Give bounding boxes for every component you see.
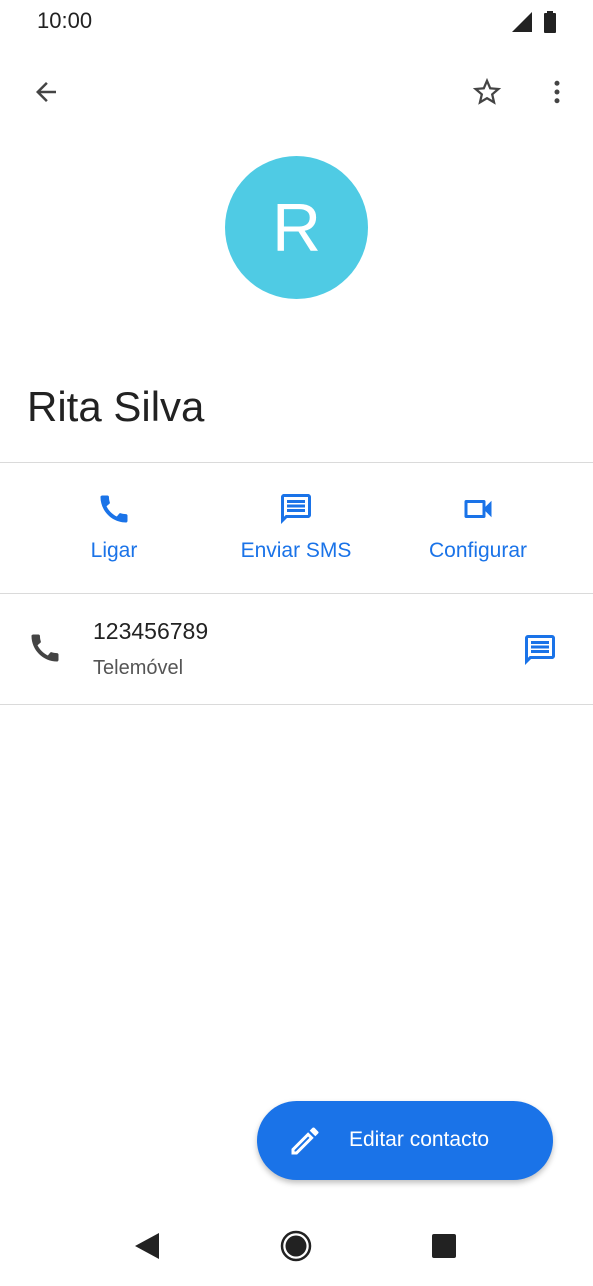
more-vert-icon [554, 80, 560, 104]
status-time: 10:00 [37, 8, 93, 33]
edit-contact-button[interactable]: Editar contacto [257, 1101, 553, 1180]
phone-icon [31, 634, 59, 662]
send-sms-button[interactable] [516, 626, 564, 674]
phone-entry-row[interactable]: 123456789 Telemóvel [0, 594, 593, 704]
favorite-button[interactable] [463, 68, 511, 116]
star-outline-icon [472, 77, 502, 105]
nav-back-icon [135, 1233, 159, 1259]
video-icon [464, 500, 492, 518]
status-bar: 10:00 [0, 0, 593, 46]
edit-contact-label: Editar contacto [349, 1128, 490, 1151]
message-icon [281, 494, 311, 524]
avatar-letter: R [271, 189, 322, 266]
edit-pencil-icon [291, 1127, 319, 1155]
signal-icon [512, 12, 532, 32]
sms-action-label: Enviar SMS [240, 539, 352, 562]
contact-avatar: R [225, 156, 368, 299]
nav-back-button[interactable] [131, 1230, 163, 1262]
message-icon [525, 635, 555, 665]
nav-home-icon [280, 1230, 312, 1262]
contact-name: Rita Silva [27, 383, 205, 430]
nav-home-button[interactable] [280, 1230, 312, 1262]
call-action-button[interactable]: Ligar [24, 463, 204, 593]
divider [0, 704, 593, 705]
phone-number: 123456789 [93, 618, 209, 644]
quick-actions: Ligar Enviar SMS Configurar [0, 463, 593, 593]
contact-details-screen: 10:00 R Rita Silva Ligar Enviar SMS Conf… [0, 0, 593, 1286]
more-options-button[interactable] [533, 68, 581, 116]
phone-icon [100, 495, 128, 523]
back-button[interactable] [22, 68, 70, 116]
battery-icon [544, 11, 556, 33]
phone-type-label: Telemóvel [93, 657, 184, 679]
video-action-label: Configurar [428, 539, 528, 562]
sms-action-button[interactable]: Enviar SMS [206, 463, 386, 593]
video-action-button[interactable]: Configurar [388, 463, 568, 593]
system-nav-bar [0, 1206, 593, 1286]
nav-recents-button[interactable] [430, 1232, 458, 1260]
call-action-label: Ligar [90, 539, 138, 562]
nav-recents-icon [432, 1234, 456, 1258]
back-arrow-icon [36, 82, 56, 102]
top-app-bar [0, 60, 593, 124]
